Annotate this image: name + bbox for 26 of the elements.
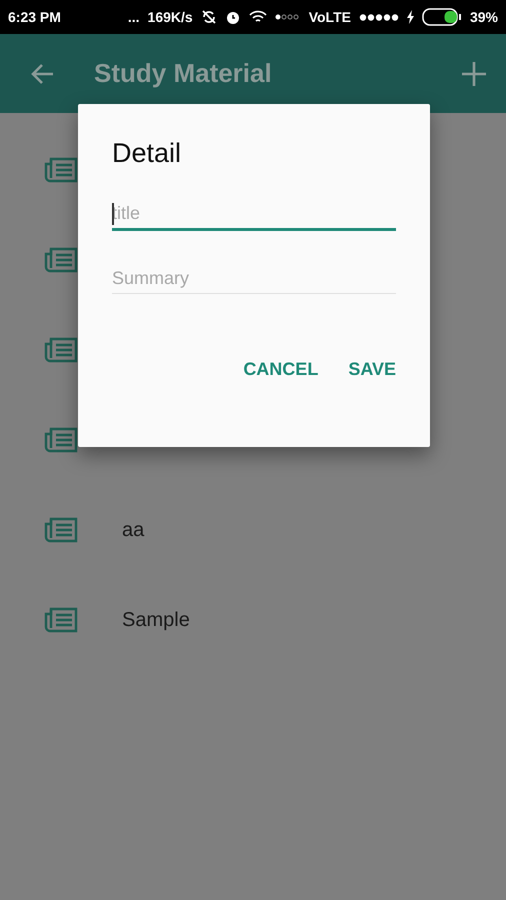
list-item-title[interactable]: aa <box>122 518 144 542</box>
newspaper-icon <box>44 515 78 545</box>
newspaper-icon <box>44 425 78 455</box>
network-speed: 169K/s <box>148 9 193 25</box>
signal-dots-icon <box>274 14 301 20</box>
back-arrow-icon[interactable] <box>30 62 54 84</box>
newspaper-icon <box>44 605 78 635</box>
network-type: VoLTE <box>308 9 351 25</box>
clock-time: 6:23 PM <box>8 9 61 25</box>
signal-dots-icon <box>358 14 399 20</box>
dialog-button[interactable]: CANCEL <box>235 353 326 386</box>
newspaper-icon <box>44 245 78 275</box>
add-icon[interactable] <box>462 62 486 86</box>
more-notifications: ... <box>128 9 140 25</box>
newspaper-icon <box>44 155 78 185</box>
dialog-button[interactable]: SAVE <box>340 353 404 386</box>
wifi-icon <box>248 10 267 24</box>
screen-title: Study Material <box>94 58 273 89</box>
text-field[interactable]: title <box>112 199 396 231</box>
list-item-title[interactable]: Sample <box>122 608 190 632</box>
alarm-icon <box>224 9 241 25</box>
sync-off-icon <box>200 9 217 25</box>
dialog-title: Detail <box>112 138 182 169</box>
battery-icon <box>422 8 462 26</box>
newspaper-icon <box>44 335 78 365</box>
battery-percent: 39% <box>470 9 498 25</box>
